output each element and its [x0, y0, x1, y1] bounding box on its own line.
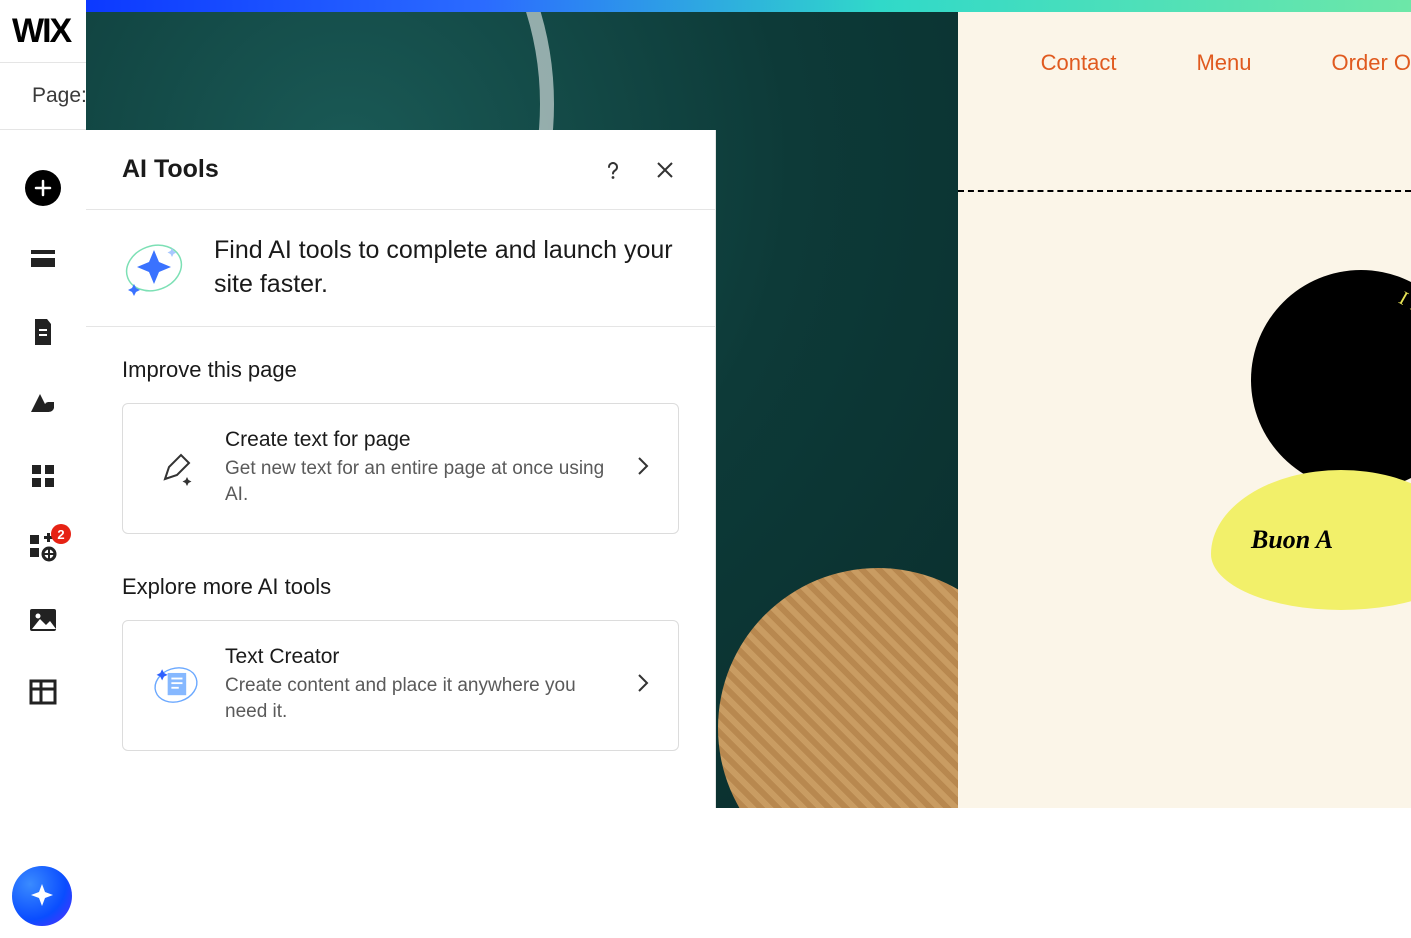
apps-icon[interactable] — [25, 458, 61, 494]
sections-icon[interactable] — [25, 242, 61, 278]
card-title: Create text for page — [225, 428, 612, 452]
card-desc: Create content and place it anywhere you… — [225, 673, 612, 726]
nav-contact[interactable]: Contact — [1041, 50, 1117, 76]
cms-icon[interactable] — [25, 674, 61, 710]
panel-intro-text: Find AI tools to complete and launch you… — [214, 234, 679, 302]
panel-intro: Find AI tools to complete and launch you… — [86, 210, 715, 327]
circular-badge[interactable]: INNAMORAT — [1251, 270, 1411, 490]
help-icon[interactable] — [599, 156, 627, 184]
app-market-icon[interactable]: 2 — [25, 530, 61, 566]
ai-tools-panel: AI Tools Find AI tools to complete and l… — [86, 130, 716, 808]
svg-text:INNAMORAT: INNAMORAT — [1395, 287, 1411, 463]
create-text-card[interactable]: Create text for page Get new text for an… — [122, 403, 679, 534]
notification-badge: 2 — [51, 524, 71, 544]
ai-assistant-button[interactable] — [12, 866, 72, 926]
panel-body: Improve this page Create text for page G… — [86, 327, 715, 821]
section-improve-title: Improve this page — [122, 357, 679, 383]
pages-icon[interactable] — [25, 314, 61, 350]
panel-header: AI Tools — [86, 130, 715, 210]
card-desc: Get new text for an entire page at once … — [225, 456, 612, 509]
media-icon[interactable] — [25, 602, 61, 638]
theme-icon[interactable] — [25, 386, 61, 422]
site-nav: Contact Menu Order O — [1041, 50, 1411, 76]
card-title: Text Creator — [225, 645, 612, 669]
chevron-right-icon — [636, 455, 650, 482]
loading-gradient-bar — [86, 0, 1411, 12]
nav-order[interactable]: Order O — [1332, 50, 1411, 76]
pencil-sparkle-icon — [151, 443, 201, 493]
chevron-right-icon — [636, 672, 650, 699]
ai-sparkle-icon — [122, 236, 186, 300]
text-creator-card[interactable]: Text Creator Create content and place it… — [122, 620, 679, 751]
panel-title: AI Tools — [122, 155, 575, 184]
page-label: Page: — [32, 84, 87, 108]
nav-menu[interactable]: Menu — [1196, 50, 1251, 76]
left-toolbar: 2 — [0, 130, 86, 938]
add-element-button[interactable] — [25, 170, 61, 206]
wix-logo: WIX — [12, 12, 70, 51]
section-explore-title: Explore more AI tools — [122, 574, 679, 600]
close-icon[interactable] — [651, 156, 679, 184]
document-sparkle-icon — [151, 660, 201, 710]
section-divider — [958, 190, 1411, 192]
